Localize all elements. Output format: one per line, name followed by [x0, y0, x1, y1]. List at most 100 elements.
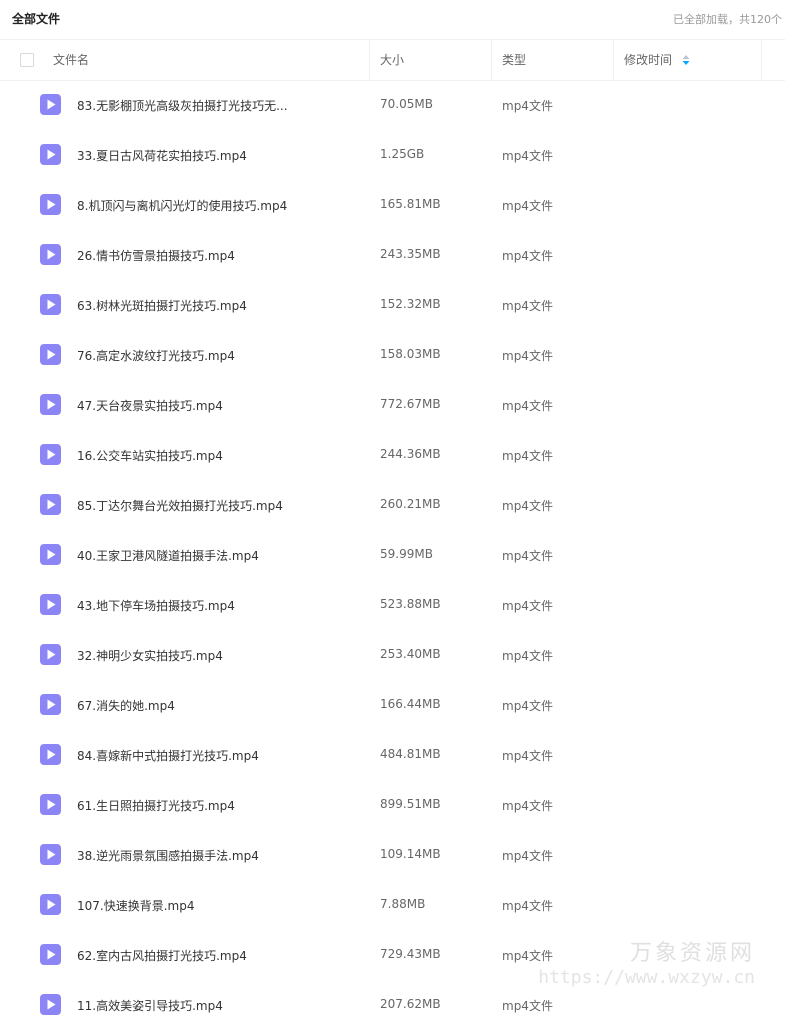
- file-type: mp4文件: [502, 399, 553, 413]
- video-file-icon: [40, 894, 61, 915]
- table-row[interactable]: 43.地下停车场拍摄技巧.mp4 523.88MB mp4文件: [0, 580, 785, 630]
- column-divider[interactable]: [491, 40, 492, 80]
- table-row[interactable]: 76.高定水波纹打光技巧.mp4 158.03MB mp4文件: [0, 330, 785, 380]
- file-name[interactable]: 63.树林光斑拍摄打光技巧.mp4: [77, 297, 292, 314]
- select-all-checkbox[interactable]: [20, 53, 34, 67]
- video-file-icon: [40, 94, 61, 115]
- file-type: mp4文件: [502, 899, 553, 913]
- header-modified[interactable]: 修改时间: [624, 40, 672, 80]
- table-row[interactable]: 62.室内古风拍摄打光技巧.mp4 729.43MB mp4文件: [0, 930, 785, 980]
- table-row[interactable]: 26.情书仿雪景拍摄技巧.mp4 243.35MB mp4文件: [0, 230, 785, 280]
- video-file-icon: [40, 794, 61, 815]
- table-row[interactable]: 83.无影棚顶光高级灰拍摄打光技巧无... 70.05MB mp4文件: [0, 80, 785, 130]
- table-row[interactable]: 47.天台夜景实拍技巧.mp4 772.67MB mp4文件: [0, 380, 785, 430]
- table-row[interactable]: 85.丁达尔舞台光效拍摄打光技巧.mp4 260.21MB mp4文件: [0, 480, 785, 530]
- video-file-icon: [40, 694, 61, 715]
- file-type: mp4文件: [502, 499, 553, 513]
- table-row[interactable]: 32.神明少女实拍技巧.mp4 253.40MB mp4文件: [0, 630, 785, 680]
- breadcrumb-all-files[interactable]: 全部文件: [12, 10, 60, 27]
- file-size: 109.14MB: [380, 847, 441, 861]
- column-divider[interactable]: [613, 40, 614, 80]
- file-size: 152.32MB: [380, 297, 441, 311]
- sort-icon[interactable]: [682, 55, 690, 65]
- file-size: 207.62MB: [380, 997, 441, 1011]
- file-name[interactable]: 16.公交车站实拍技巧.mp4: [77, 447, 292, 464]
- column-divider[interactable]: [761, 40, 762, 80]
- video-file-icon: [40, 644, 61, 665]
- file-name[interactable]: 43.地下停车场拍摄技巧.mp4: [77, 597, 292, 614]
- file-size: 772.67MB: [380, 397, 441, 411]
- file-type: mp4文件: [502, 349, 553, 363]
- video-file-icon: [40, 994, 61, 1015]
- file-name[interactable]: 26.情书仿雪景拍摄技巧.mp4: [77, 247, 292, 264]
- file-type: mp4文件: [502, 649, 553, 663]
- file-type: mp4文件: [502, 549, 553, 563]
- file-name[interactable]: 47.天台夜景实拍技巧.mp4: [77, 397, 292, 414]
- file-size: 165.81MB: [380, 197, 441, 211]
- file-size: 7.88MB: [380, 897, 426, 911]
- header-type[interactable]: 类型: [502, 40, 526, 80]
- file-list: 83.无影棚顶光高级灰拍摄打光技巧无... 70.05MB mp4文件 33.夏日古风…: [0, 80, 785, 1030]
- file-type: mp4文件: [502, 149, 553, 163]
- video-file-icon: [40, 144, 61, 165]
- file-size: 158.03MB: [380, 347, 441, 361]
- file-name[interactable]: 67.消失的她.mp4: [77, 697, 292, 714]
- video-file-icon: [40, 744, 61, 765]
- file-name[interactable]: 83.无影棚顶光高级灰拍摄打光技巧无...: [77, 97, 292, 114]
- table-row[interactable]: 61.生日照拍摄打光技巧.mp4 899.51MB mp4文件: [0, 780, 785, 830]
- file-name[interactable]: 76.高定水波纹打光技巧.mp4: [77, 347, 292, 364]
- video-file-icon: [40, 394, 61, 415]
- header-size[interactable]: 大小: [380, 40, 404, 80]
- file-name[interactable]: 61.生日照拍摄打光技巧.mp4: [77, 797, 292, 814]
- file-name[interactable]: 84.喜嫁新中式拍摄打光技巧.mp4: [77, 747, 292, 764]
- file-size: 523.88MB: [380, 597, 441, 611]
- file-name[interactable]: 32.神明少女实拍技巧.mp4: [77, 647, 292, 664]
- file-name[interactable]: 33.夏日古风荷花实拍技巧.mp4: [77, 147, 292, 164]
- video-file-icon: [40, 294, 61, 315]
- file-size: 729.43MB: [380, 947, 441, 961]
- video-file-icon: [40, 594, 61, 615]
- file-size: 899.51MB: [380, 797, 441, 811]
- file-size: 243.35MB: [380, 247, 441, 261]
- file-type: mp4文件: [502, 949, 553, 963]
- file-type: mp4文件: [502, 199, 553, 213]
- file-type: mp4文件: [502, 999, 553, 1013]
- file-type: mp4文件: [502, 99, 553, 113]
- column-divider[interactable]: [369, 40, 370, 80]
- top-bar: 全部文件 已全部加载，共120个: [0, 0, 785, 38]
- file-name[interactable]: 85.丁达尔舞台光效拍摄打光技巧.mp4: [77, 497, 292, 514]
- file-name[interactable]: 107.快速换背景.mp4: [77, 897, 292, 914]
- file-type: mp4文件: [502, 799, 553, 813]
- file-size: 484.81MB: [380, 747, 441, 761]
- load-status: 已全部加载，共120个: [673, 13, 782, 26]
- file-type: mp4文件: [502, 299, 553, 313]
- file-size: 253.40MB: [380, 647, 441, 661]
- file-name[interactable]: 8.机顶闪与离机闪光灯的使用技巧.mp4: [77, 197, 292, 214]
- file-name[interactable]: 38.逆光雨景氛围感拍摄手法.mp4: [77, 847, 292, 864]
- file-size: 244.36MB: [380, 447, 441, 461]
- table-row[interactable]: 38.逆光雨景氛围感拍摄手法.mp4 109.14MB mp4文件: [0, 830, 785, 880]
- table-row[interactable]: 11.高效美姿引导技巧.mp4 207.62MB mp4文件: [0, 980, 785, 1030]
- file-name[interactable]: 62.室内古风拍摄打光技巧.mp4: [77, 947, 292, 964]
- file-type: mp4文件: [502, 699, 553, 713]
- file-name[interactable]: 40.王家卫港风隧道拍摄手法.mp4: [77, 547, 292, 564]
- table-row[interactable]: 16.公交车站实拍技巧.mp4 244.36MB mp4文件: [0, 430, 785, 480]
- table-row[interactable]: 107.快速换背景.mp4 7.88MB mp4文件: [0, 880, 785, 930]
- table-row[interactable]: 40.王家卫港风隧道拍摄手法.mp4 59.99MB mp4文件: [0, 530, 785, 580]
- file-size: 166.44MB: [380, 697, 441, 711]
- table-row[interactable]: 63.树林光斑拍摄打光技巧.mp4 152.32MB mp4文件: [0, 280, 785, 330]
- table-row[interactable]: 33.夏日古风荷花实拍技巧.mp4 1.25GB mp4文件: [0, 130, 785, 180]
- table-row[interactable]: 84.喜嫁新中式拍摄打光技巧.mp4 484.81MB mp4文件: [0, 730, 785, 780]
- video-file-icon: [40, 344, 61, 365]
- video-file-icon: [40, 194, 61, 215]
- file-size: 59.99MB: [380, 547, 433, 561]
- table-row[interactable]: 8.机顶闪与离机闪光灯的使用技巧.mp4 165.81MB mp4文件: [0, 180, 785, 230]
- header-name[interactable]: 文件名: [53, 40, 89, 80]
- video-file-icon: [40, 944, 61, 965]
- file-type: mp4文件: [502, 249, 553, 263]
- table-row[interactable]: 67.消失的她.mp4 166.44MB mp4文件: [0, 680, 785, 730]
- video-file-icon: [40, 244, 61, 265]
- file-size: 70.05MB: [380, 97, 433, 111]
- file-name[interactable]: 11.高效美姿引导技巧.mp4: [77, 997, 292, 1014]
- file-type: mp4文件: [502, 449, 553, 463]
